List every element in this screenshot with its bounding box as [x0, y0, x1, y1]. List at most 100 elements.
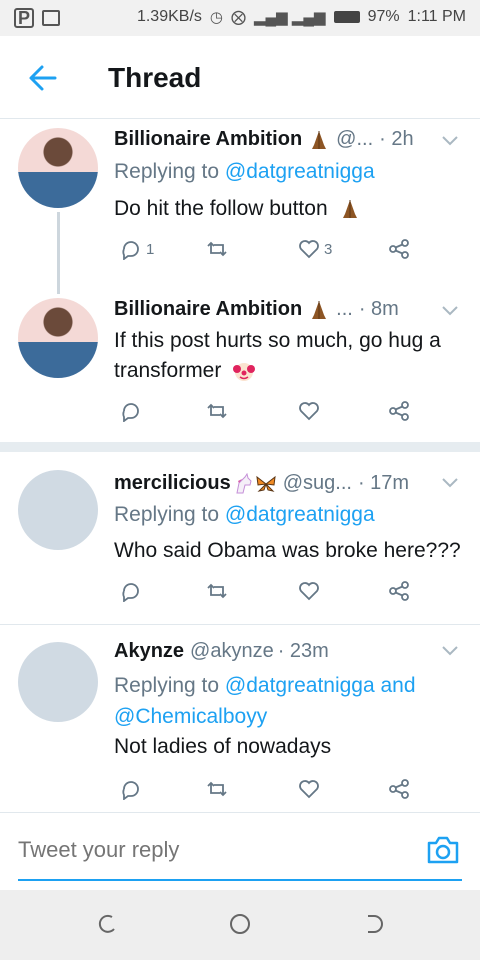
- chevron-down-icon[interactable]: [442, 478, 458, 488]
- tweet-time: · 2h: [379, 128, 414, 150]
- retweet-button[interactable]: [206, 778, 228, 800]
- retweet-button[interactable]: [206, 238, 228, 260]
- tweet-text-content: If this post hurts so much, go hug a tra…: [114, 329, 441, 382]
- reply-icon: [122, 583, 139, 602]
- like-icon: [299, 402, 319, 421]
- retweet-button[interactable]: [206, 580, 228, 602]
- tweet-header: Billionaire Ambition ... · 8m: [114, 298, 399, 321]
- replying-to: Replying to @datgreatnigga: [114, 160, 375, 184]
- folded-hands-emoji: [343, 200, 358, 219]
- retweet-icon: [207, 781, 227, 797]
- replying-to: Replying to @datgreatnigga and @Chemical…: [114, 670, 464, 732]
- home-icon[interactable]: [228, 912, 252, 936]
- replying-label: Replying to: [114, 503, 220, 526]
- like-count: 3: [324, 240, 333, 258]
- user-name[interactable]: Akynze: [114, 640, 184, 663]
- network-speed: 1.39KB/s: [136, 8, 202, 25]
- like-icon: [299, 582, 319, 601]
- avatar[interactable]: [18, 642, 98, 722]
- clock: 1:11 PM: [407, 8, 466, 25]
- user-handle: @sug...: [282, 472, 352, 494]
- reply-count: 1: [146, 240, 155, 258]
- reply-button[interactable]: [120, 778, 142, 800]
- reply-icon: [122, 403, 139, 422]
- retweet-icon: [207, 583, 227, 599]
- share-button[interactable]: [388, 400, 410, 422]
- folded-hands-emoji: [312, 300, 327, 319]
- tweet-text: Not ladies of nowadays: [114, 735, 332, 758]
- tweet-text-content: Do hit the follow button: [114, 197, 328, 220]
- alarm-icon: ◷: [209, 9, 223, 26]
- tweet-text: Do hit the follow button: [114, 194, 464, 224]
- butterfly-emoji: [256, 475, 276, 492]
- share-button[interactable]: [388, 580, 410, 602]
- chevron-down-icon[interactable]: [442, 306, 458, 316]
- reply-button[interactable]: 1: [120, 238, 154, 260]
- user-handle: ...: [336, 298, 353, 320]
- app-header: Thread: [0, 36, 480, 118]
- share-button[interactable]: [388, 778, 410, 800]
- reply-composer: [0, 812, 480, 890]
- mention-link[interactable]: @datgreatnigga: [225, 503, 375, 526]
- signal-icon: ▂▄▆ ▂▄▆: [253, 9, 326, 26]
- reply-input[interactable]: [18, 837, 318, 863]
- like-icon: [299, 240, 319, 259]
- recent-apps-icon[interactable]: [96, 912, 120, 936]
- avatar[interactable]: [18, 470, 98, 550]
- reply-button[interactable]: [120, 400, 142, 422]
- system-nav-bar: [0, 890, 480, 960]
- reply-button[interactable]: [120, 580, 142, 602]
- tweet-actions: [114, 400, 414, 424]
- like-icon: [299, 780, 319, 799]
- tweet-time: · 23m: [277, 640, 329, 662]
- mention-link[interactable]: @datgreatnigga: [225, 160, 375, 183]
- retweet-icon: [207, 241, 227, 257]
- chevron-down-icon[interactable]: [442, 136, 458, 146]
- user-name[interactable]: Billionaire Ambition: [114, 128, 302, 151]
- tweet-time: · 17m: [357, 472, 410, 494]
- like-button[interactable]: [298, 580, 320, 602]
- replying-label: Replying to: [114, 160, 220, 183]
- camera-icon[interactable]: [426, 835, 460, 865]
- user-name[interactable]: Billionaire Ambition: [114, 298, 302, 321]
- tweet-time: · 8m: [358, 298, 399, 320]
- tweet-actions: [114, 778, 414, 802]
- share-button[interactable]: [388, 238, 410, 260]
- like-button[interactable]: 3: [298, 238, 332, 260]
- folded-hands-emoji: [312, 130, 327, 149]
- share-icon: [389, 401, 409, 421]
- share-icon: [389, 581, 409, 601]
- replying-label: Replying to: [114, 674, 220, 697]
- retweet-button[interactable]: [206, 400, 228, 422]
- divider: [0, 624, 480, 625]
- tweet-text: If this post hurts so much, go hug a tra…: [114, 326, 464, 386]
- thread-separator: [0, 442, 480, 452]
- chevron-down-icon[interactable]: [442, 646, 458, 656]
- replying-to: Replying to @datgreatnigga: [114, 503, 375, 527]
- thread-connector: [57, 212, 60, 294]
- avatar[interactable]: [18, 298, 98, 378]
- like-button[interactable]: [298, 400, 320, 422]
- status-bar: P 1.39KB/s ◷ ⨂ ▂▄▆ ▂▄▆ 97% 1:11 PM: [0, 0, 480, 36]
- user-handle: @akynze: [190, 640, 274, 662]
- reply-input-underline: [18, 879, 462, 881]
- tweet-header: Akynze @akynze · 23m: [114, 640, 329, 663]
- user-name[interactable]: mercilicious: [114, 472, 231, 495]
- battery-icon: [333, 11, 360, 23]
- reply-icon: [122, 781, 139, 800]
- retweet-icon: [207, 403, 227, 419]
- tweet-text: Who said Obama was broke here???: [114, 539, 461, 562]
- back-nav-icon[interactable]: [362, 912, 386, 936]
- page-title: Thread: [108, 62, 202, 93]
- tweet-header: Billionaire Ambition @... · 2h: [114, 128, 414, 151]
- battery-percent: 97%: [367, 8, 400, 25]
- share-icon: [389, 239, 409, 259]
- user-handle: @...: [336, 128, 374, 150]
- like-button[interactable]: [298, 778, 320, 800]
- back-arrow-icon[interactable]: [28, 64, 58, 92]
- avatar[interactable]: [18, 128, 98, 208]
- image-notification-icon: [42, 10, 60, 26]
- silent-mode-icon: ⨂: [230, 9, 246, 26]
- tweet-actions: [114, 580, 414, 604]
- share-icon: [389, 779, 409, 799]
